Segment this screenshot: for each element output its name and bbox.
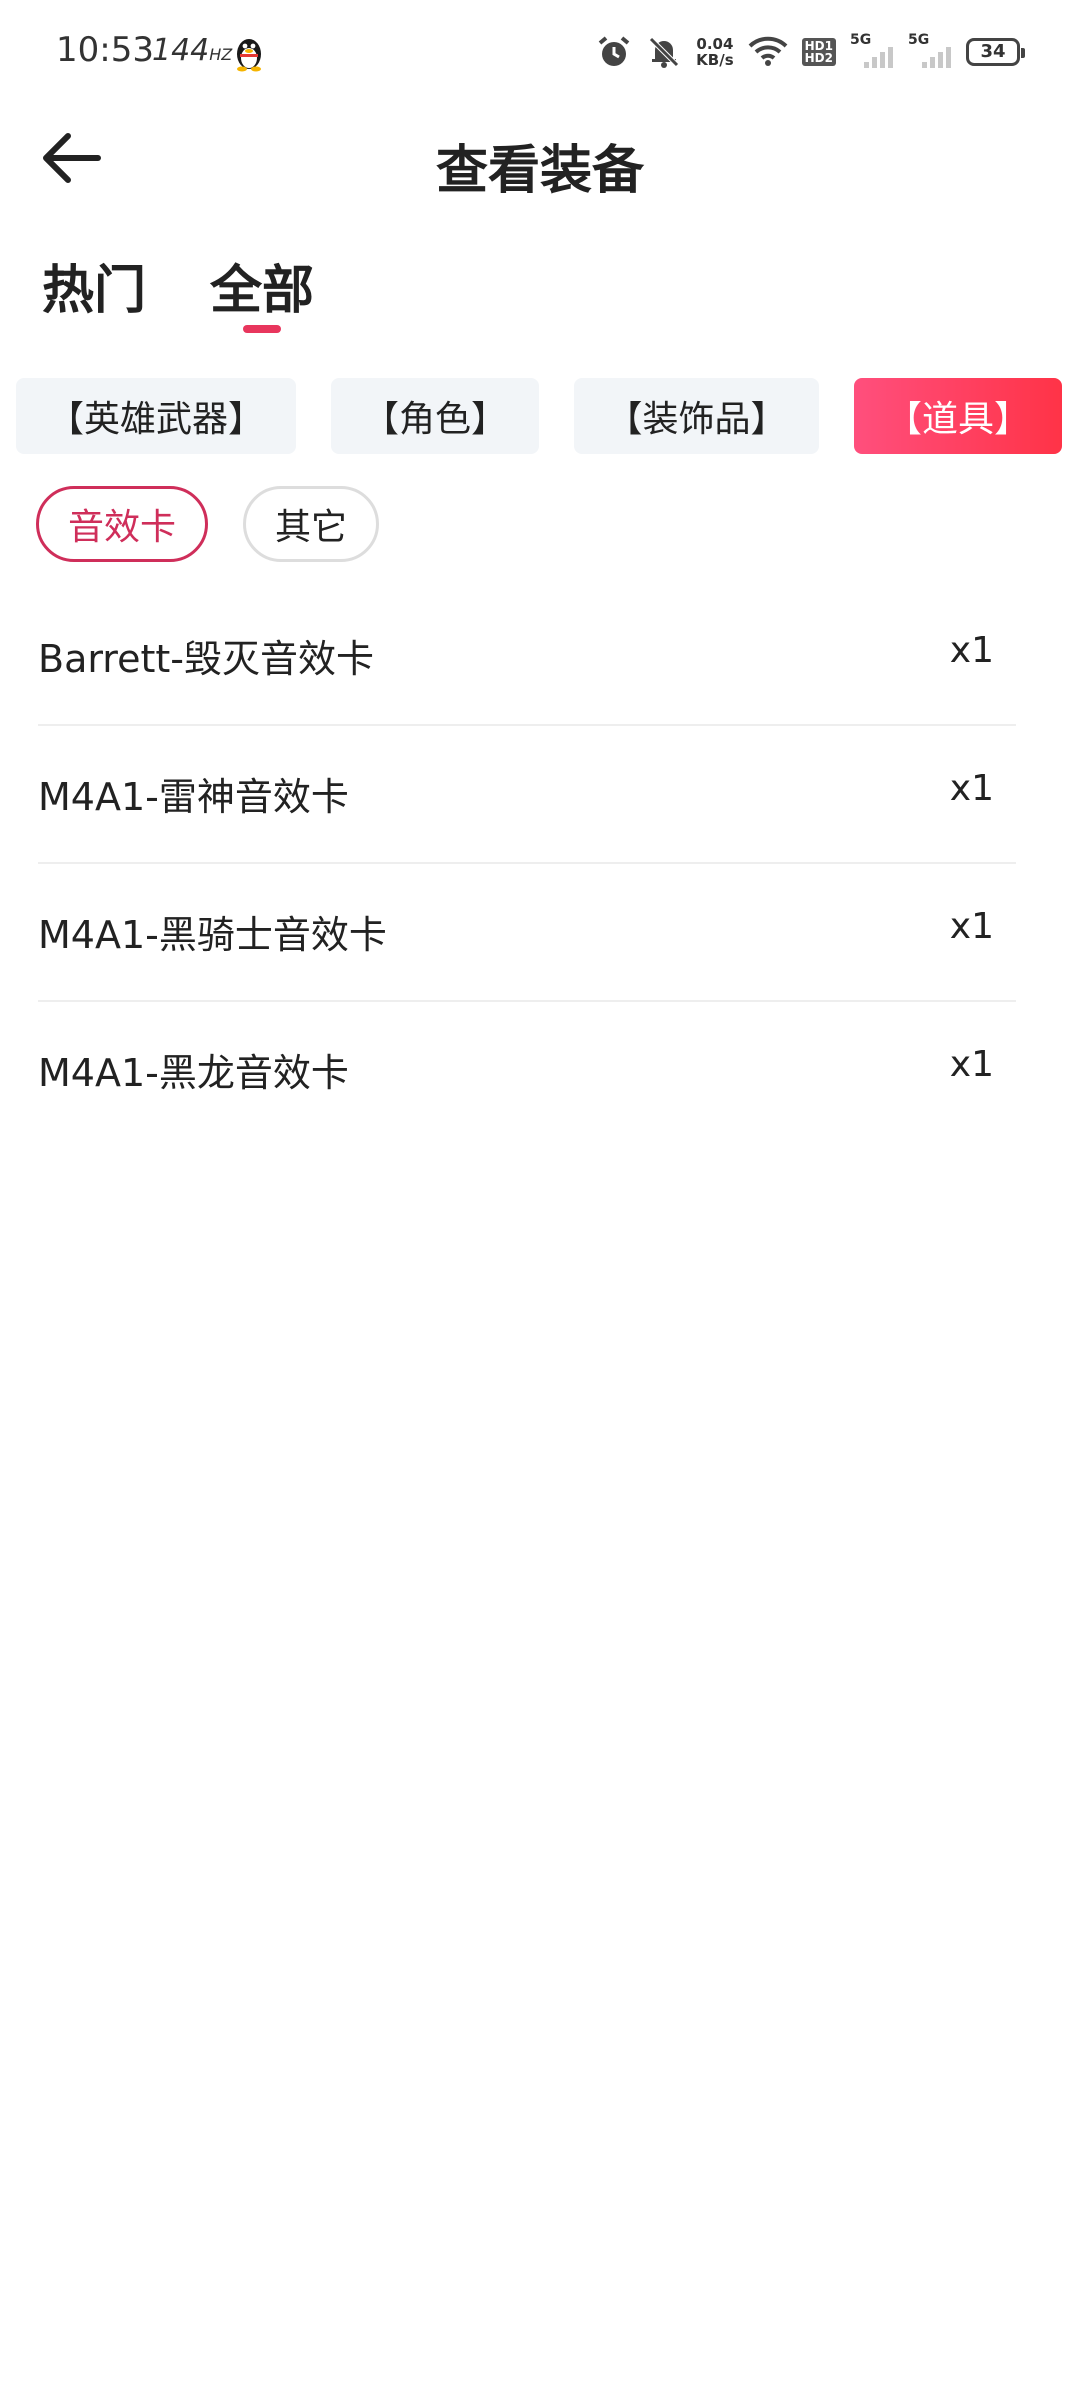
item-quantity: x1 bbox=[949, 630, 994, 671]
alarm-clock-icon bbox=[598, 36, 630, 66]
list-item[interactable]: M4A1-黑骑士音效卡 x1 bbox=[38, 864, 1016, 1002]
refresh-rate-unit: HZ bbox=[209, 45, 233, 64]
sim1-network-type: 5G bbox=[850, 32, 872, 48]
list-item[interactable]: M4A1-黑龙音效卡 x1 bbox=[38, 1002, 1016, 1140]
status-time: 10:53 bbox=[56, 30, 154, 70]
battery-icon: 34 bbox=[966, 38, 1025, 66]
refresh-rate-value: 144 bbox=[152, 33, 210, 68]
category-items[interactable]: 【道具】 bbox=[854, 378, 1062, 454]
network-speed-value: 0.04 bbox=[696, 35, 734, 53]
hd-voice-badge: HD1 HD2 bbox=[801, 38, 836, 66]
sim2-network-type: 5G bbox=[908, 32, 930, 48]
item-name: M4A1-黑龙音效卡 bbox=[38, 1051, 349, 1095]
network-speed-unit: KB/s bbox=[696, 51, 734, 69]
filter-other[interactable]: 其它 bbox=[243, 486, 379, 562]
item-quantity: x1 bbox=[949, 1044, 994, 1085]
bell-muted-icon bbox=[649, 37, 679, 68]
list-item[interactable]: M4A1-雷神音效卡 x1 bbox=[38, 726, 1016, 864]
tab-hot[interactable]: 热门 bbox=[42, 248, 146, 323]
list-item[interactable]: Barrett-毁灭音效卡 x1 bbox=[38, 588, 1016, 726]
page-title: 查看装备 bbox=[435, 141, 644, 201]
category-characters[interactable]: 【角色】 bbox=[331, 378, 539, 454]
battery-level: 34 bbox=[980, 41, 1006, 62]
equipment-list: Barrett-毁灭音效卡 x1 M4A1-雷神音效卡 x1 M4A1-黑骑士音… bbox=[38, 588, 1016, 1140]
sim2-signal-icon: 5G bbox=[908, 32, 952, 70]
status-bar: 10:53 144HZ 0.04 KB/s HD1 HD2 5G 5G 34 bbox=[0, 0, 1080, 100]
active-tab-indicator bbox=[243, 325, 281, 333]
equipment-page: 10:53 144HZ 0.04 KB/s HD1 HD2 5G 5G 34 查… bbox=[0, 0, 1080, 2387]
wifi-icon bbox=[748, 36, 788, 66]
network-speed: 0.04 KB/s bbox=[696, 36, 733, 68]
hd-voice-2: HD2 bbox=[804, 51, 833, 65]
tab-all[interactable]: 全部 bbox=[210, 248, 314, 323]
item-quantity: x1 bbox=[949, 768, 994, 809]
item-name: Barrett-毁灭音效卡 bbox=[38, 637, 374, 681]
filter-sound-card[interactable]: 音效卡 bbox=[36, 486, 208, 562]
qq-penguin-icon bbox=[237, 39, 261, 72]
sim1-signal-icon: 5G bbox=[850, 32, 894, 70]
item-quantity: x1 bbox=[949, 906, 994, 947]
item-name: M4A1-雷神音效卡 bbox=[38, 775, 349, 819]
category-hero-weapons[interactable]: 【英雄武器】 bbox=[16, 378, 296, 454]
category-decorations[interactable]: 【装饰品】 bbox=[574, 378, 819, 454]
item-name: M4A1-黑骑士音效卡 bbox=[38, 913, 387, 957]
status-icons: 0.04 KB/s HD1 HD2 5G 5G 34 bbox=[596, 30, 1025, 74]
refresh-rate: 144HZ bbox=[152, 33, 232, 68]
